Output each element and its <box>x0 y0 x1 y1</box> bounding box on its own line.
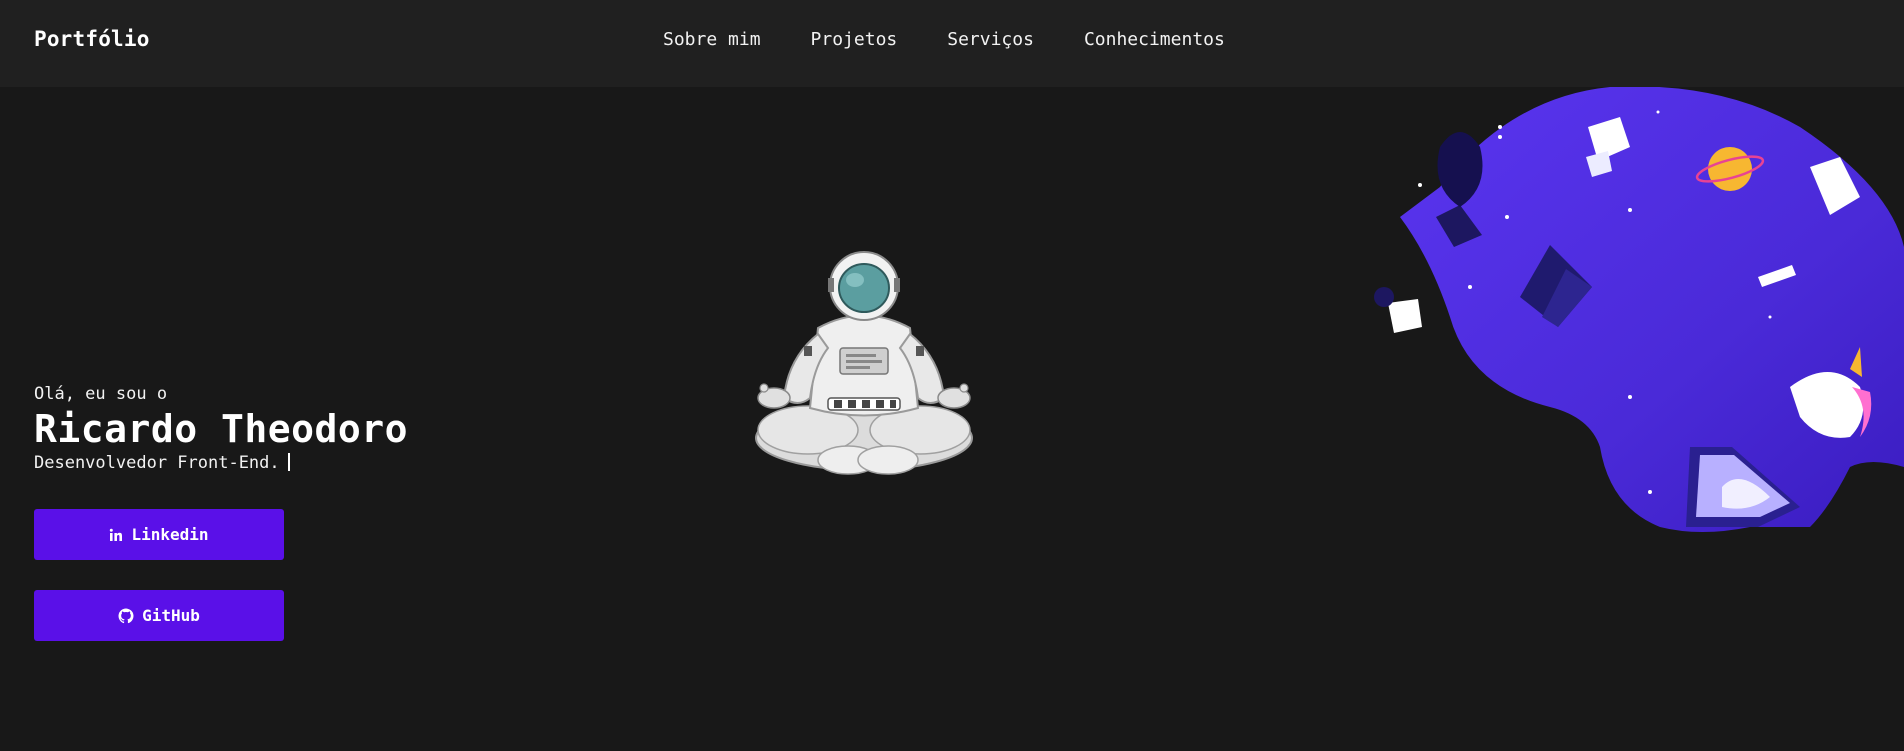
nav-link-projetos[interactable]: Projetos <box>811 29 898 50</box>
nav-link-servicos[interactable]: Serviços <box>947 29 1034 50</box>
hero-greeting: Olá, eu sou o <box>34 384 168 404</box>
github-button-label: GitHub <box>142 606 200 625</box>
hero-name: Ricardo Theodoro <box>34 407 409 451</box>
space-illustration <box>1330 86 1904 567</box>
hero-role-line: Desenvolvedor Front-End. <box>34 453 408 473</box>
nav-link-sobre-mim[interactable]: Sobre mim <box>663 29 761 50</box>
nav-link-conhecimentos[interactable]: Conhecimentos <box>1084 29 1225 50</box>
linkedin-button[interactable]: Linkedin <box>34 509 284 560</box>
meditating-astronaut-illustration <box>748 248 980 476</box>
linkedin-button-label: Linkedin <box>131 525 209 544</box>
brand-logo[interactable]: Portfólio <box>34 27 150 51</box>
linkedin-icon <box>109 528 123 542</box>
hero-intro: Olá, eu sou o Ricardo Theodoro Desenvolv… <box>34 384 408 473</box>
hero-role: Desenvolvedor Front-End. <box>34 453 280 473</box>
nav-links: Sobre mim Projetos Serviços Conhecimento… <box>663 29 1275 50</box>
navbar: Portfólio Sobre mim Projetos Serviços Co… <box>0 0 1904 87</box>
typing-cursor <box>287 453 290 471</box>
github-button[interactable]: GitHub <box>34 590 284 641</box>
github-icon <box>118 608 134 624</box>
